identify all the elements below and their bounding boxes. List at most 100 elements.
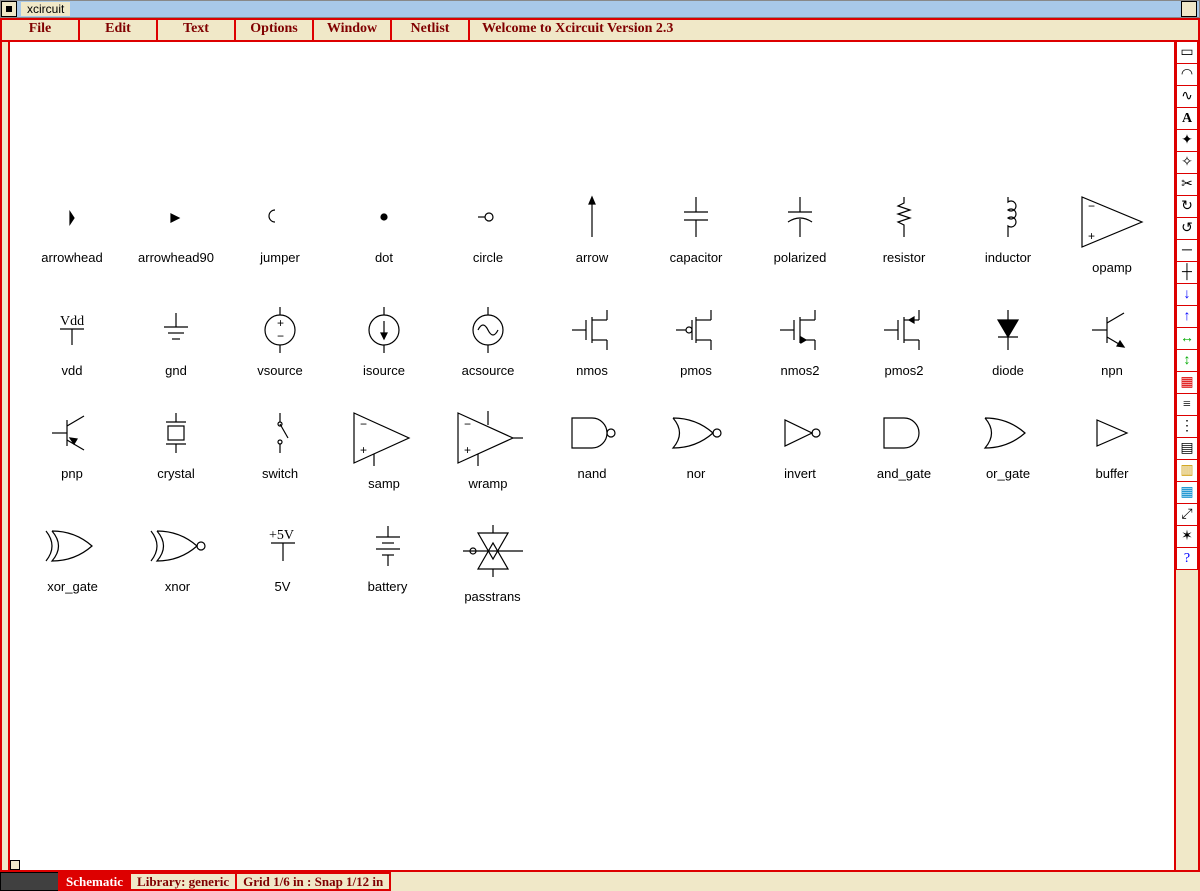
lib-item-inductor[interactable]: inductor [956,192,1060,275]
lib-item-nmos2[interactable]: nmos2 [748,305,852,378]
tool-rotate-cw[interactable]: ↻ [1176,195,1198,218]
tool-pin[interactable]: ✶ [1176,525,1198,548]
lib-item-vdd[interactable]: Vddvdd [20,305,124,378]
lib-label: acsource [436,363,540,378]
lib-item-invert[interactable]: invert [748,408,852,491]
lib-label: gnd [124,363,228,378]
window-control-icon[interactable] [1181,1,1197,17]
lib-label: resistor [852,250,956,265]
lib-item-samp[interactable]: −+samp [332,408,436,491]
lib-item-battery[interactable]: battery [335,521,440,604]
tool-arrow-lr[interactable]: ↔ [1176,327,1198,350]
lib-item-circle[interactable]: circle [436,192,540,275]
tool-rect[interactable]: ▭ [1176,41,1198,64]
tool-lines[interactable]: ≡ [1176,393,1198,416]
menu-text[interactable]: Text [156,18,236,42]
lib-item-passtrans[interactable]: passtrans [440,521,545,604]
lib-label: pnp [20,466,124,481]
tool-arrow-up[interactable]: ↑ [1176,305,1198,328]
tool-book3[interactable]: ▦ [1176,481,1198,504]
lib-item-opamp[interactable]: −+opamp [1060,192,1164,275]
welcome-message: Welcome to Xcircuit Version 2.3 [470,20,1198,40]
lib-label: or_gate [956,466,1060,481]
canvas[interactable]: arrowheadarrowhead90jumperdotcirclearrow… [10,42,1176,872]
svg-text:+5V: +5V [269,528,294,543]
lib-item-dot[interactable]: dot [332,192,436,275]
svg-text:−: − [1088,199,1095,213]
tool-arrow-down[interactable]: ↓ [1176,283,1198,306]
tool-scissors[interactable]: ✂ [1176,173,1198,196]
lib-item-arrowhead[interactable]: arrowhead [20,192,124,275]
lib-label: buffer [1060,466,1164,481]
lib-item-capacitor[interactable]: capacitor [644,192,748,275]
tool-arc[interactable]: ◠ [1176,63,1198,86]
lib-item-acsource[interactable]: acsource [436,305,540,378]
tool-book1[interactable]: ▤ [1176,437,1198,460]
lib-item-nand[interactable]: nand [540,408,644,491]
lib-label: circle [436,250,540,265]
lib-label: inductor [956,250,1060,265]
lib-item-or-gate[interactable]: or_gate [956,408,1060,491]
lib-item-diode[interactable]: diode [956,305,1060,378]
lib-item-nmos[interactable]: nmos [540,305,644,378]
lib-label: wramp [436,476,540,491]
lib-item-gnd[interactable]: gnd [124,305,228,378]
tool-text-a[interactable]: A [1176,107,1198,130]
lib-item-vsource[interactable]: +−vsource [228,305,332,378]
lib-item-nor[interactable]: nor [644,408,748,491]
lib-item-isource[interactable]: isource [332,305,436,378]
lib-item-resistor[interactable]: resistor [852,192,956,275]
tool-star2[interactable]: ✧ [1176,151,1198,174]
lib-item-jumper[interactable]: jumper [228,192,332,275]
lib-item-arrow[interactable]: arrow [540,192,644,275]
tool-expand[interactable]: ⤢ [1176,503,1198,526]
lib-label: arrow [540,250,644,265]
menu-netlist[interactable]: Netlist [390,18,470,42]
tool-star[interactable]: ✦ [1176,129,1198,152]
lib-item-xor-gate[interactable]: xor_gate [20,521,125,604]
lib-label: diode [956,363,1060,378]
lib-label: samp [332,476,436,491]
status-schematic[interactable]: Schematic [58,872,131,891]
tool-colors[interactable]: ▦ [1176,371,1198,394]
lib-item-crystal[interactable]: crystal [124,408,228,491]
lib-label: arrowhead [20,250,124,265]
lib-item-and-gate[interactable]: and_gate [852,408,956,491]
menu-file[interactable]: File [0,18,80,42]
lib-item-pmos2[interactable]: pmos2 [852,305,956,378]
lib-label: switch [228,466,332,481]
status-library: Library: generic [129,872,237,891]
tool-dots[interactable]: ⋮ [1176,415,1198,438]
lib-item-polarized[interactable]: polarized [748,192,852,275]
tool-rotate-ccw[interactable]: ↺ [1176,217,1198,240]
statusbar: Schematic Library: generic Grid 1/6 in :… [0,872,1200,891]
lib-label: isource [332,363,436,378]
lib-label: polarized [748,250,852,265]
tool-book2[interactable]: ▥ [1176,459,1198,482]
lib-item-xnor[interactable]: xnor [125,521,230,604]
svg-text:−: − [464,417,471,431]
lib-item-pmos[interactable]: pmos [644,305,748,378]
tool-spline[interactable]: ∿ [1176,85,1198,108]
lib-item-buffer[interactable]: buffer [1060,408,1164,491]
svg-text:Vdd: Vdd [60,314,84,329]
lib-item-switch[interactable]: switch [228,408,332,491]
lib-item-arrowhead90[interactable]: arrowhead90 [124,192,228,275]
svg-text:−: − [360,417,367,431]
lib-item-pnp[interactable]: pnp [20,408,124,491]
tool-vline[interactable]: ┼ [1176,261,1198,284]
tool-arrow-ud[interactable]: ↕ [1176,349,1198,372]
tool-hline[interactable]: ─ [1176,239,1198,262]
lib-item-npn[interactable]: npn [1060,305,1164,378]
svg-text:−: − [277,329,284,343]
lib-label: xor_gate [20,579,125,594]
tool-help[interactable]: ? [1176,547,1198,570]
lib-item-5V[interactable]: +5V5V [230,521,335,604]
menu-options[interactable]: Options [234,18,314,42]
lib-label: capacitor [644,250,748,265]
window-menu-icon[interactable] [1,1,17,17]
menu-edit[interactable]: Edit [78,18,158,42]
titlebar: xcircuit [0,0,1200,18]
menu-window[interactable]: Window [312,18,392,42]
lib-item-wramp[interactable]: −+wramp [436,408,540,491]
